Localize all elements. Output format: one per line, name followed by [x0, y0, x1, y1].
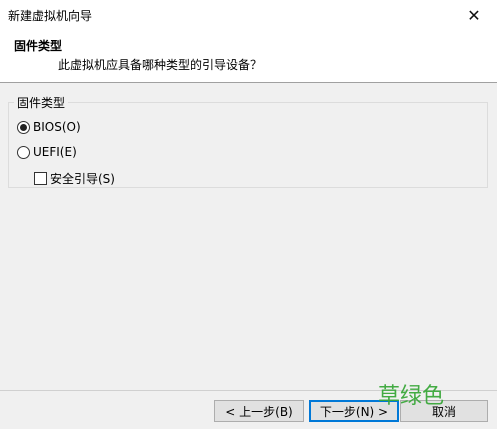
- bios-radio-label: BIOS(O): [33, 120, 81, 134]
- secure-boot-label: 安全引导(S): [50, 172, 115, 186]
- bios-radio[interactable]: BIOS(O): [17, 120, 81, 134]
- page-subtitle: 此虚拟机应具备哪种类型的引导设备？: [58, 58, 263, 72]
- wizard-header: 固件类型 此虚拟机应具备哪种类型的引导设备？: [0, 31, 497, 83]
- uefi-radio[interactable]: UEFI(E): [17, 145, 77, 159]
- window-title: 新建虚拟机向导: [8, 9, 93, 23]
- firmware-group-legend: 固件类型: [14, 94, 69, 111]
- radio-unselected-icon[interactable]: [17, 145, 30, 159]
- page-title: 固件类型: [14, 39, 63, 53]
- back-button[interactable]: < 上一步(B): [214, 400, 304, 422]
- watermark: 草绿色: [378, 384, 445, 409]
- radio-selected-icon[interactable]: [17, 120, 30, 134]
- close-icon[interactable]: ✕: [451, 0, 497, 31]
- uefi-radio-label: UEFI(E): [33, 145, 77, 159]
- checkbox-unchecked-icon[interactable]: [34, 172, 47, 185]
- title-bar: 新建虚拟机向导 ✕: [0, 0, 497, 31]
- secure-boot-checkbox[interactable]: 安全引导(S): [34, 170, 115, 187]
